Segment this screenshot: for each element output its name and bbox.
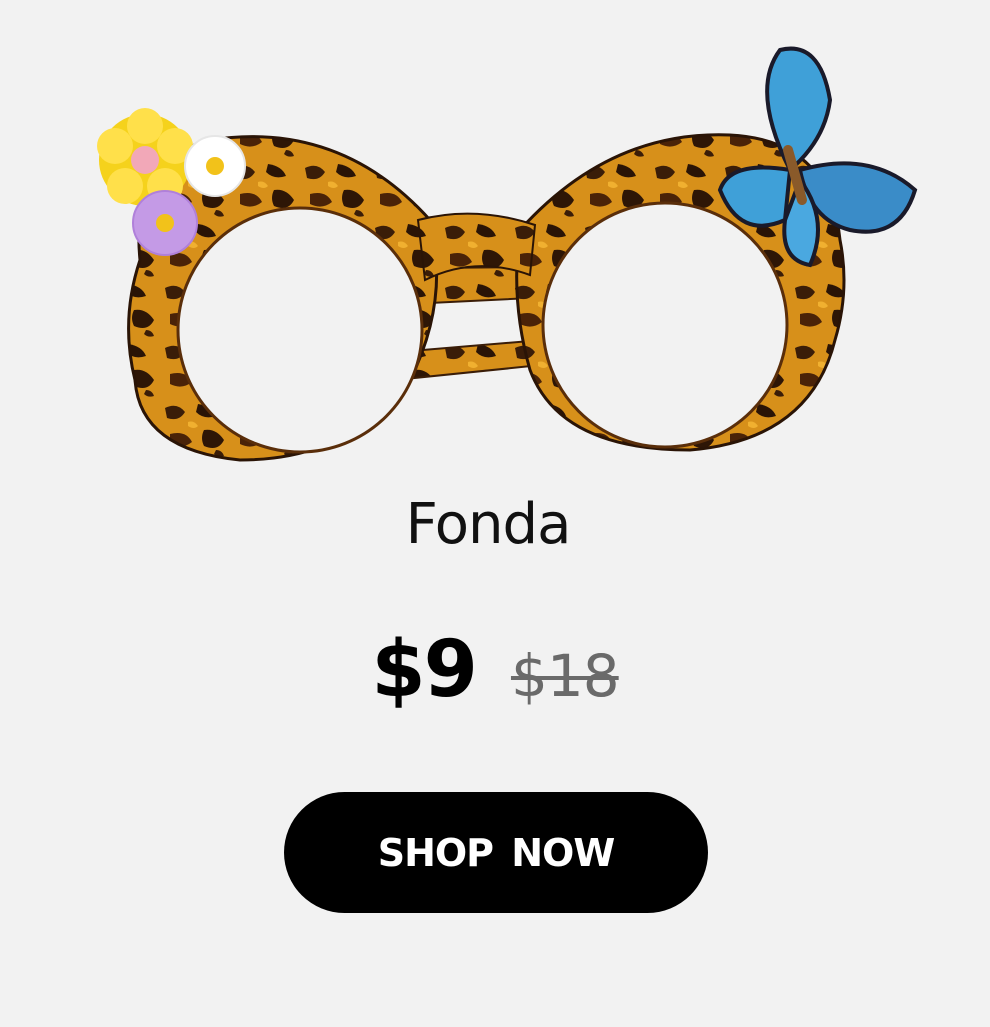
product-name[interactable]: Fonda: [0, 492, 976, 557]
original-price: $18: [510, 642, 620, 710]
price-row: $9 $18: [0, 625, 990, 715]
shop-now-button[interactable]: SHOP NOW: [284, 792, 708, 913]
sale-price: $9: [371, 625, 478, 715]
product-image[interactable]: [90, 40, 930, 480]
